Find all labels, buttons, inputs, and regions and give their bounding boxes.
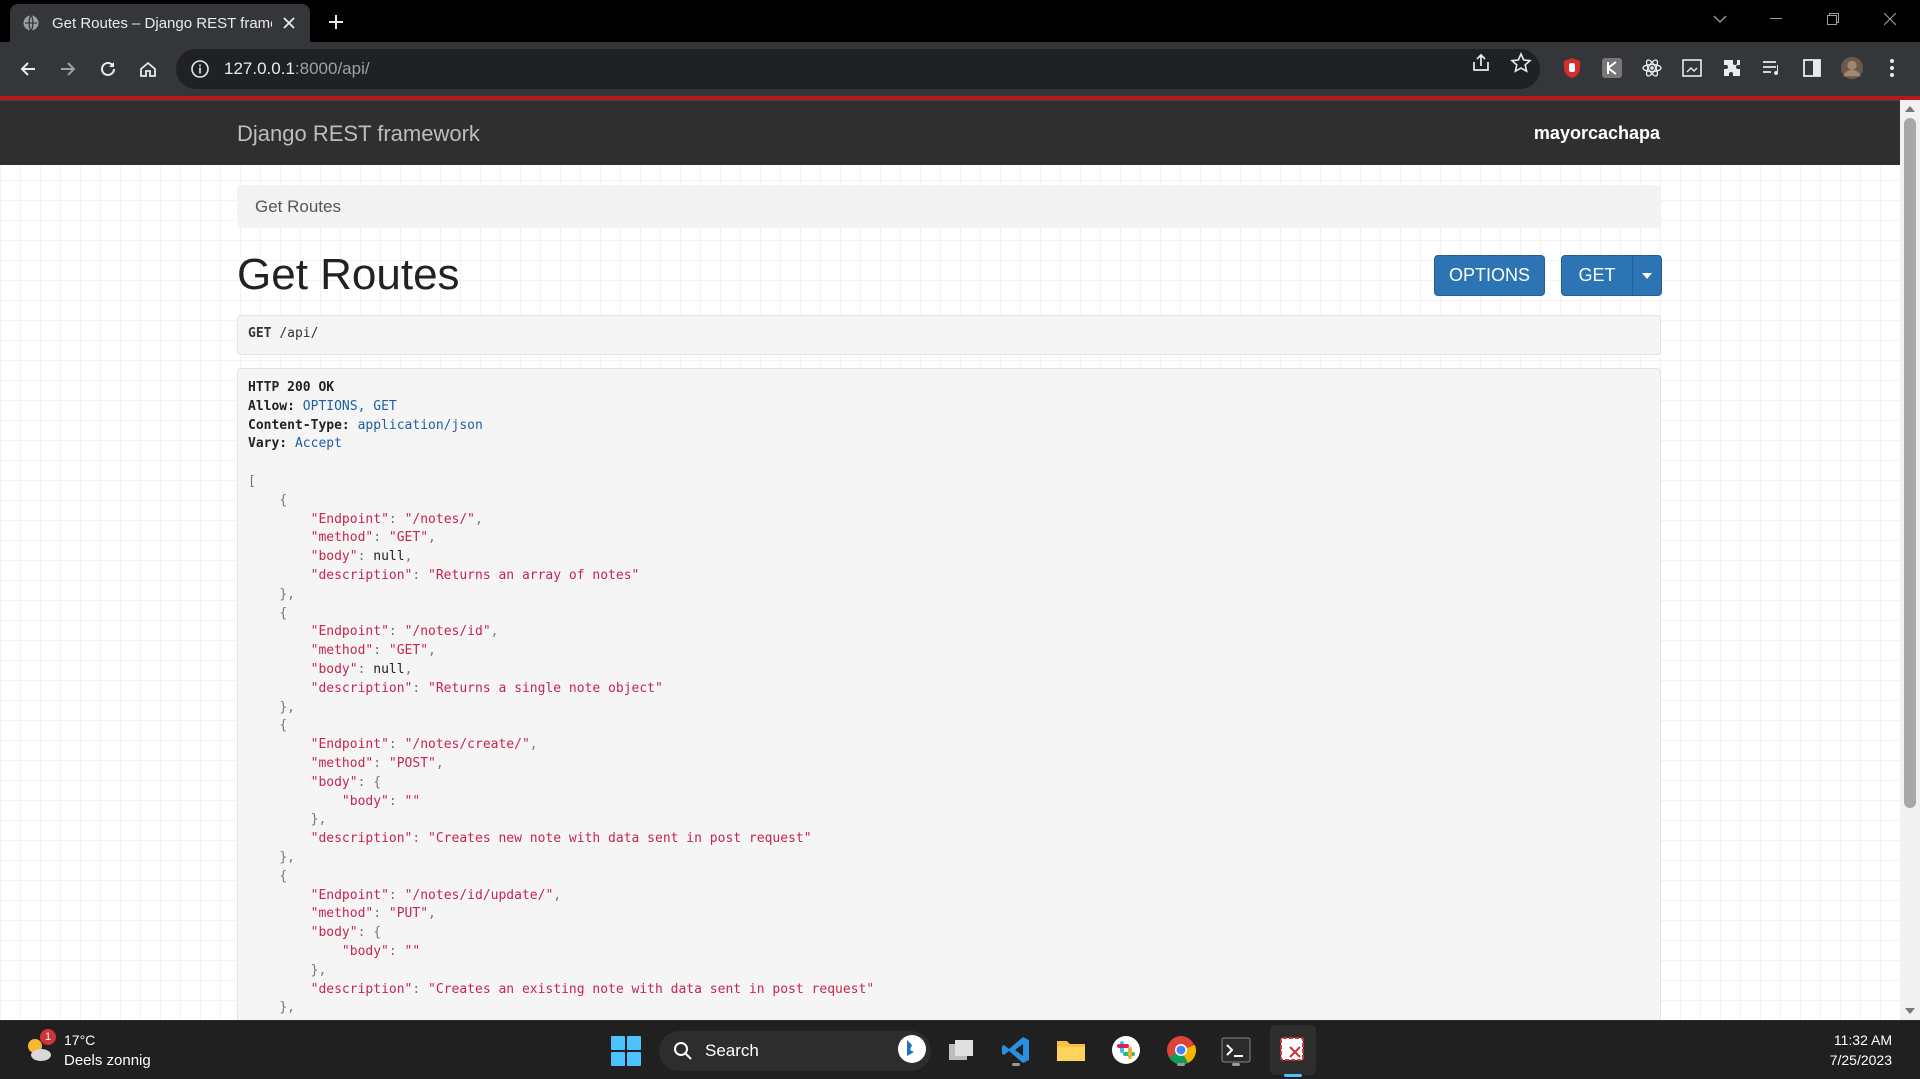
response-header-value: application/json (357, 417, 483, 433)
url-host: 127.0.0.1 (224, 59, 295, 78)
ublock-extension-icon[interactable] (1560, 56, 1584, 80)
forward-icon (61, 62, 76, 76)
share-icon[interactable] (1470, 52, 1492, 74)
profile-avatar[interactable] (1840, 56, 1864, 80)
windows-start-button[interactable] (611, 1036, 641, 1066)
restore-icon (1827, 13, 1839, 25)
response-header-value: Accept (294, 436, 342, 452)
globe-icon (23, 15, 39, 31)
scroll-up-icon[interactable] (1905, 104, 1915, 114)
media-control-icon[interactable] (1760, 56, 1784, 80)
side-panel-icon[interactable] (1800, 56, 1824, 80)
clock-time[interactable]: 11:32 AM (1834, 1032, 1892, 1048)
windows-taskbar: 1 17°C Deels zonnig Search 11:32 AM 7/25… (0, 1020, 1920, 1079)
close-icon[interactable] (280, 14, 298, 32)
breadcrumb-item[interactable]: Get Routes (255, 197, 341, 216)
clock-date[interactable]: 7/25/2023 (1830, 1052, 1892, 1068)
back-icon (20, 62, 35, 76)
snipping-tool-icon[interactable] (1276, 1033, 1310, 1067)
reload-icon (101, 61, 115, 76)
react-devtools-icon[interactable] (1640, 56, 1664, 80)
search-icon (674, 1042, 692, 1060)
weather-badge: 1 (40, 1029, 56, 1045)
page-title: Get Routes (237, 250, 460, 299)
scroll-down-icon[interactable] (1905, 1006, 1915, 1016)
forward-button[interactable] (53, 54, 83, 84)
restore-button[interactable] (1805, 0, 1861, 38)
drf-navbar: Django REST framework mayorcachapa (0, 100, 1900, 165)
browser-toolbar: 127.0.0.1:8000/api/ (0, 42, 1920, 96)
task-view-icon[interactable] (944, 1033, 978, 1067)
close-icon (1884, 13, 1896, 25)
tab-title: Get Routes – Django REST framew (52, 14, 272, 32)
tab-search-button[interactable] (1692, 0, 1748, 38)
chevron-down-icon (1713, 15, 1727, 23)
request-path: /api/ (279, 326, 319, 341)
response-status: HTTP 200 OK (248, 380, 335, 395)
brand-link[interactable]: Django REST framework (237, 121, 480, 147)
screenshot-extension-icon[interactable] (1680, 56, 1704, 80)
breadcrumb: Get Routes (237, 185, 1661, 228)
extension-k-icon[interactable] (1600, 56, 1624, 80)
url-path: :8000/api/ (294, 59, 370, 78)
terminal-icon[interactable] (1219, 1033, 1253, 1067)
page-scrollbar[interactable] (1900, 100, 1920, 1020)
response-header-value: OPTIONS, GET (302, 398, 397, 414)
extensions-icon[interactable] (1720, 56, 1744, 80)
response-header-key: Allow: (248, 398, 295, 414)
reload-button[interactable] (93, 54, 123, 84)
request-method: GET (248, 326, 272, 341)
vscode-icon[interactable] (999, 1033, 1033, 1067)
back-button[interactable] (13, 54, 43, 84)
tab-strip: Get Routes – Django REST framew (0, 0, 1920, 42)
get-button[interactable]: GET (1561, 255, 1633, 296)
active-app-indicator (1284, 1074, 1302, 1077)
weather-condition: Deels zonnig (64, 1052, 151, 1069)
chrome-icon[interactable] (1164, 1033, 1198, 1067)
page-viewport: Django REST framework mayorcachapa Get R… (0, 100, 1900, 1020)
response-header-key: Vary: (248, 436, 288, 452)
bing-chat-icon[interactable] (897, 1034, 927, 1064)
info-icon[interactable] (190, 59, 210, 79)
format-dropdown-button[interactable] (1632, 255, 1662, 296)
minimize-button[interactable] (1748, 0, 1804, 38)
request-info: GET /api/ (237, 315, 1661, 355)
taskbar-search[interactable]: Search (659, 1031, 931, 1071)
browser-tab[interactable]: Get Routes – Django REST framew (10, 4, 310, 42)
user-menu[interactable]: mayorcachapa (1534, 123, 1660, 144)
home-icon (140, 61, 156, 77)
scrollbar-thumb[interactable] (1904, 118, 1916, 808)
response-header-key: Content-Type: (248, 417, 350, 433)
file-explorer-icon[interactable] (1054, 1033, 1088, 1067)
home-button[interactable] (133, 54, 163, 84)
star-icon[interactable] (1510, 52, 1532, 74)
options-button[interactable]: OPTIONS (1434, 255, 1545, 296)
plus-icon (329, 15, 343, 29)
response-body: HTTP 200 OK Allow: OPTIONS, GET Content-… (237, 368, 1661, 1020)
minimize-icon (1770, 18, 1782, 19)
caret-down-icon (1642, 272, 1652, 279)
address-bar[interactable]: 127.0.0.1:8000/api/ (176, 49, 1540, 89)
new-tab-button[interactable] (322, 8, 350, 36)
menu-icon[interactable] (1880, 56, 1904, 80)
close-window-button[interactable] (1862, 0, 1918, 38)
slack-icon[interactable] (1109, 1033, 1143, 1067)
search-label: Search (705, 1041, 759, 1060)
weather-temperature: 17°C (64, 1032, 96, 1048)
